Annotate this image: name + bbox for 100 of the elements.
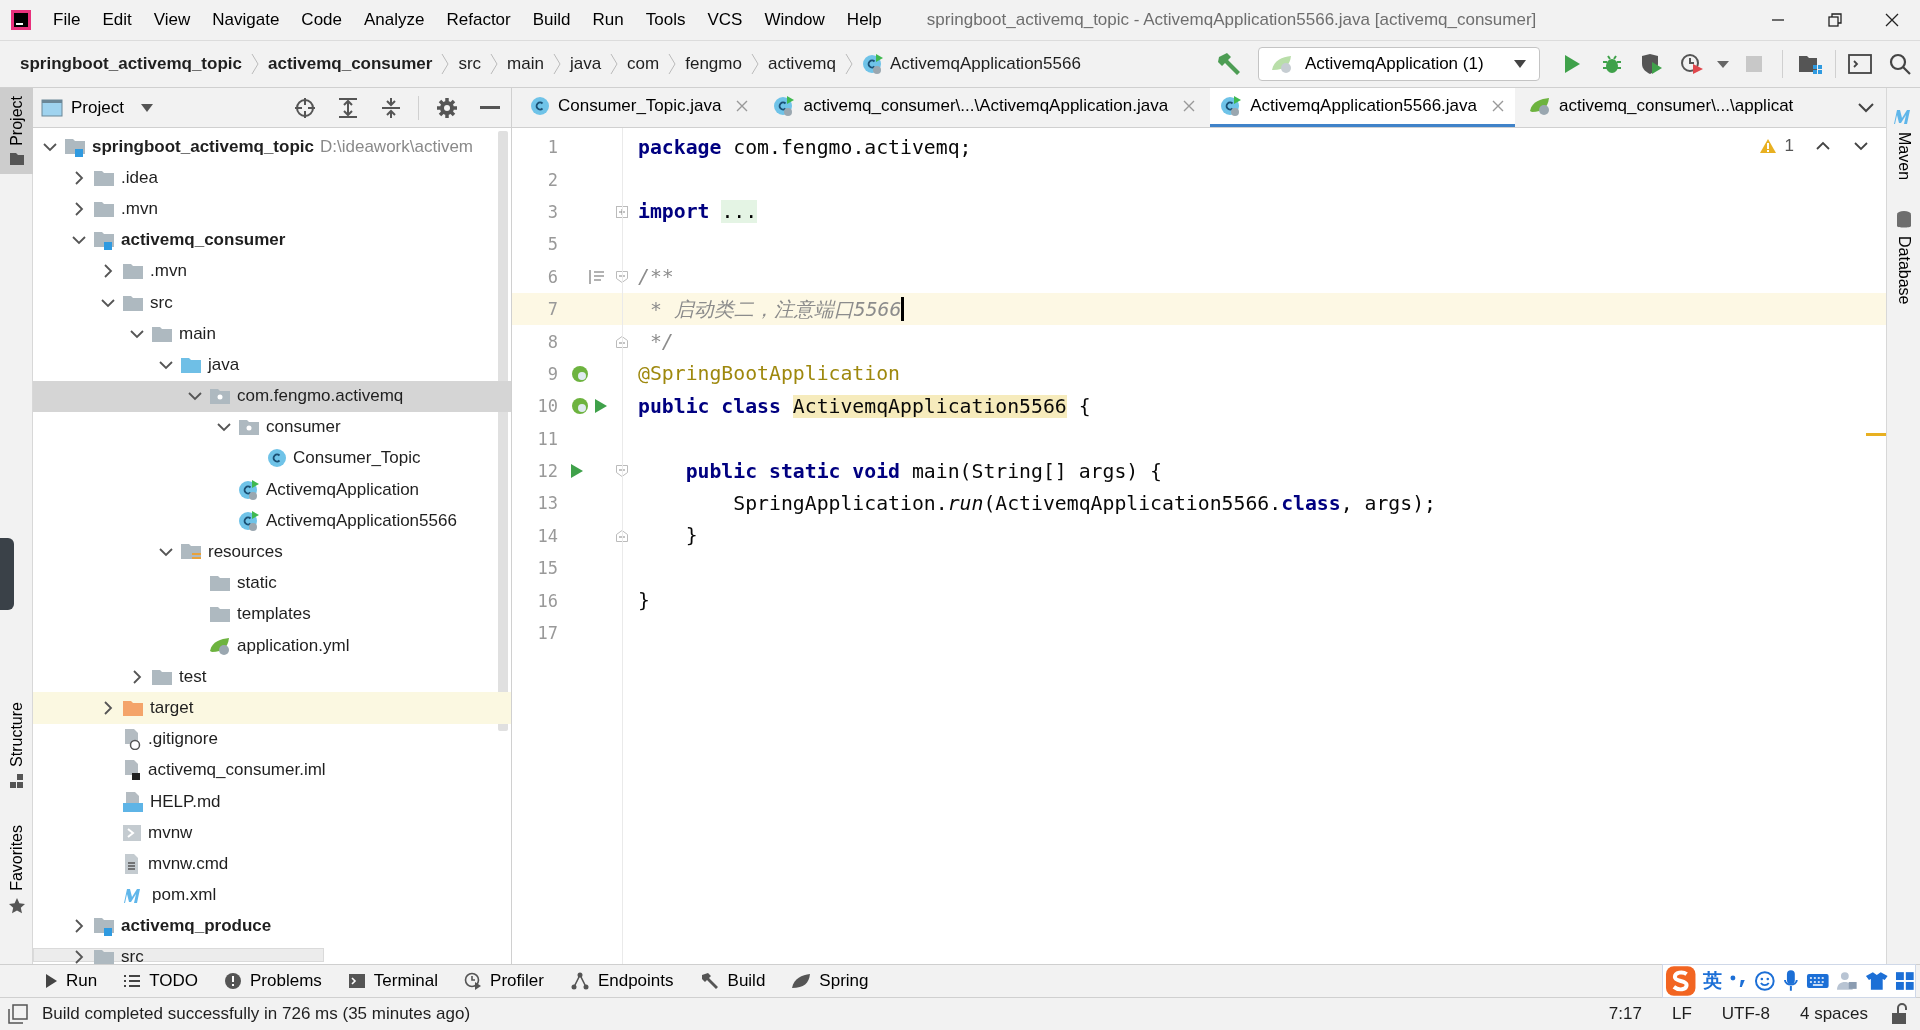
hide-icon[interactable] xyxy=(479,105,500,110)
menu-item[interactable]: Window xyxy=(753,10,836,30)
tree-item[interactable]: test xyxy=(33,661,511,693)
breadcrumb-item[interactable]: activemq_consumer xyxy=(268,54,433,74)
status-item[interactable]: LF xyxy=(1663,1004,1700,1024)
tree-item[interactable]: HELP.md xyxy=(33,785,511,818)
tree-item[interactable]: activemq_produce xyxy=(33,910,511,942)
tree-item[interactable]: static xyxy=(33,567,511,599)
editor-tab[interactable]: activemq_consumer\...\applicat xyxy=(1519,88,1804,127)
breadcrumb-item[interactable]: com xyxy=(627,54,660,74)
menu-item[interactable]: Run xyxy=(581,10,635,30)
tree-item[interactable]: .idea xyxy=(33,162,511,194)
warning-marker[interactable] xyxy=(1866,433,1886,436)
tool-window-tab[interactable]: Maven xyxy=(1887,98,1920,189)
tree-item[interactable]: java xyxy=(33,349,511,381)
tree-item[interactable]: springboot_activemq_topic D:\ideawork\activem xyxy=(33,131,511,163)
menu-item[interactable]: Edit xyxy=(91,10,143,30)
menu-item[interactable]: File xyxy=(42,10,92,30)
restore-icon[interactable] xyxy=(1826,12,1843,28)
crosshair-icon[interactable] xyxy=(293,96,316,119)
breadcrumb-item[interactable]: java xyxy=(569,54,602,74)
tree-item[interactable]: target xyxy=(33,692,511,724)
hammer-icon[interactable] xyxy=(1217,52,1243,76)
tool-window-tab[interactable]: Project xyxy=(0,88,33,174)
run-configuration-dropdown[interactable]: ActivemqApplication (1) xyxy=(1258,47,1540,81)
tool-window-tab[interactable]: Structure xyxy=(0,693,33,797)
tool-window-button[interactable]: Build xyxy=(699,971,766,991)
tree-item[interactable]: com.fengmo.activemq xyxy=(33,380,511,412)
tree-item[interactable]: mvnw.cmd xyxy=(33,848,511,880)
tree-item[interactable]: application.yml xyxy=(33,630,511,662)
breadcrumb-item[interactable]: activemq xyxy=(767,54,836,74)
tree-item[interactable]: mvnw xyxy=(33,817,511,849)
breadcrumb-item[interactable]: springboot_activemq_topic xyxy=(20,54,242,74)
menu-item[interactable]: View xyxy=(142,10,202,30)
tree-item[interactable]: ActivemqApplication xyxy=(33,474,511,506)
editor-tab[interactable]: activemq_consumer\...\ActivemqApplication.java xyxy=(763,88,1207,127)
run-icon[interactable] xyxy=(594,398,608,415)
breadcrumb-item[interactable]: src xyxy=(458,54,482,74)
tree-item[interactable]: main xyxy=(33,318,511,350)
close-icon[interactable] xyxy=(1883,12,1900,28)
tool-window-tab[interactable]: Database xyxy=(1887,202,1920,313)
expand-all-icon[interactable] xyxy=(337,96,358,119)
tool-window-button[interactable]: Spring xyxy=(791,971,869,991)
breadcrumb-item[interactable]: main xyxy=(507,54,544,74)
menu-item[interactable]: Navigate xyxy=(201,10,291,30)
debug-icon[interactable] xyxy=(1601,53,1623,75)
caret-down-icon[interactable] xyxy=(1716,59,1730,69)
tool-window-button[interactable]: Terminal xyxy=(347,971,439,991)
status-item[interactable]: 4 spaces xyxy=(1791,1004,1876,1024)
menu-item[interactable]: Refactor xyxy=(435,10,522,30)
tree-item[interactable]: .mvn xyxy=(33,193,511,225)
status-item[interactable]: 7:17 xyxy=(1600,1004,1650,1024)
menu-item[interactable]: Tools xyxy=(634,10,697,30)
tree-item[interactable]: src xyxy=(33,286,511,319)
tool-window-button[interactable]: Endpoints xyxy=(569,971,674,991)
tool-window-tab[interactable]: Favorites xyxy=(0,816,33,923)
profiler-icon[interactable] xyxy=(1680,53,1704,75)
tree-item[interactable]: activemq_consumer xyxy=(33,224,511,256)
tree-item[interactable]: ActivemqApplication5566 xyxy=(33,505,511,537)
window-icon[interactable] xyxy=(1848,54,1872,74)
menu-item[interactable]: VCS xyxy=(696,10,754,30)
tool-window-button[interactable]: Problems xyxy=(224,971,322,991)
editor-tab[interactable]: ActivemqApplication5566.java xyxy=(1210,88,1515,127)
project-structure-icon[interactable] xyxy=(1798,53,1824,75)
bean-icon[interactable] xyxy=(570,363,590,384)
run-icon[interactable] xyxy=(570,463,584,480)
chevron-up-icon[interactable] xyxy=(1816,141,1830,151)
panel-toggle-icon[interactable] xyxy=(8,1004,28,1024)
tool-window-button[interactable]: Profiler xyxy=(464,971,544,991)
tree-item[interactable]: pom.xml xyxy=(33,879,511,911)
menu-item[interactable]: Analyze xyxy=(353,10,436,30)
tree-item[interactable]: templates xyxy=(33,598,511,630)
editor-tab[interactable]: Consumer_Topic.java xyxy=(520,88,760,127)
input-mode-label[interactable]: 英 xyxy=(1703,968,1723,994)
tree-item[interactable]: src xyxy=(33,941,511,964)
tree-item[interactable]: .mvn xyxy=(33,255,511,287)
tool-window-button[interactable]: Run xyxy=(44,971,98,991)
status-item[interactable]: UTF-8 xyxy=(1713,1004,1778,1024)
chevron-down-icon[interactable] xyxy=(1854,141,1868,151)
bean-icon[interactable] xyxy=(570,396,590,417)
tree-item[interactable]: consumer xyxy=(33,411,511,443)
menu-item[interactable]: Help xyxy=(835,10,893,30)
scrollbar[interactable] xyxy=(33,948,324,962)
warning-count[interactable]: 1 xyxy=(1784,136,1794,156)
menu-item[interactable]: Code xyxy=(290,10,353,30)
menu-item[interactable]: Build xyxy=(521,10,582,30)
tree-item[interactable]: Consumer_Topic xyxy=(33,442,511,475)
tree-item[interactable]: activemq_consumer.iml xyxy=(33,754,511,786)
collapse-all-icon[interactable] xyxy=(380,96,401,119)
coverage-icon[interactable] xyxy=(1640,53,1664,75)
project-view-selector[interactable]: Project xyxy=(41,97,154,118)
chevron-down-icon[interactable] xyxy=(1858,102,1874,113)
tree-item[interactable]: .gitignore xyxy=(33,723,511,755)
settings-icon[interactable] xyxy=(435,96,458,119)
breadcrumb-item[interactable]: ActivemqApplication5566 xyxy=(861,53,1081,75)
breadcrumb-item[interactable]: fengmo xyxy=(685,54,742,74)
search-icon[interactable] xyxy=(1889,53,1911,75)
tree-item[interactable]: resources xyxy=(33,536,511,568)
tool-window-button[interactable]: TODO xyxy=(123,971,198,991)
run-icon[interactable] xyxy=(1562,53,1582,75)
